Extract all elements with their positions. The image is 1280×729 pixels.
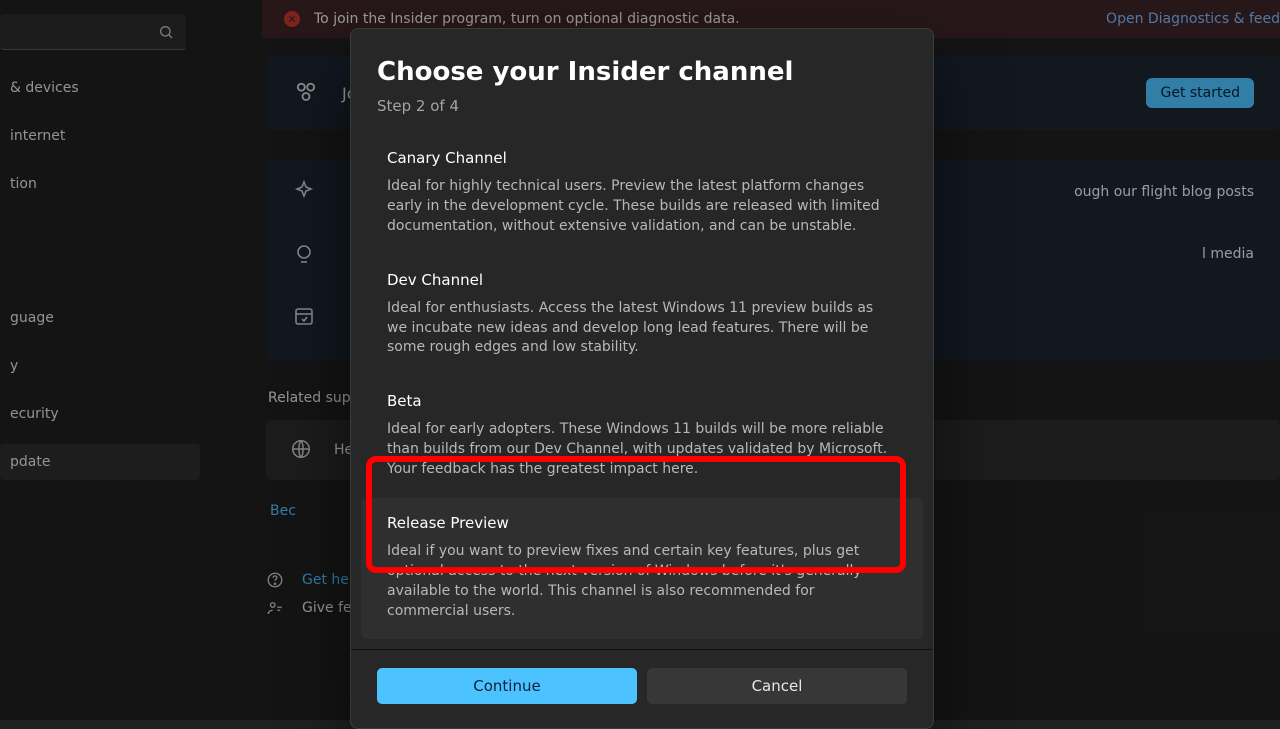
channel-title: Canary Channel <box>387 149 897 167</box>
channel-title: Release Preview <box>387 514 897 532</box>
channel-description: Ideal for highly technical users. Previe… <box>387 177 897 237</box>
insider-channel-dialog: Choose your Insider channel Step 2 of 4 … <box>350 28 934 729</box>
dialog-title: Choose your Insider channel <box>351 57 933 97</box>
dialog-separator <box>351 649 933 650</box>
dialog-step: Step 2 of 4 <box>351 97 933 133</box>
channel-title: Beta <box>387 392 897 410</box>
channel-option[interactable]: Release Preview Ideal if you want to prev… <box>361 498 923 640</box>
continue-button[interactable]: Continue <box>377 668 637 704</box>
channel-option[interactable]: Dev Channel Ideal for enthusiasts. Access… <box>361 255 923 377</box>
channel-description: Ideal for early adopters. These Windows … <box>387 420 897 480</box>
cancel-button[interactable]: Cancel <box>647 668 907 704</box>
channel-description: Ideal if you want to preview fixes and c… <box>387 542 897 622</box>
channel-option[interactable]: Beta Ideal for early adopters. These Wind… <box>361 376 923 498</box>
channel-description: Ideal for enthusiasts. Access the latest… <box>387 299 897 359</box>
channel-title: Dev Channel <box>387 271 897 289</box>
channel-option[interactable]: Canary Channel Ideal for highly technical… <box>361 133 923 255</box>
dialog-button-row: Continue Cancel <box>351 668 933 704</box>
